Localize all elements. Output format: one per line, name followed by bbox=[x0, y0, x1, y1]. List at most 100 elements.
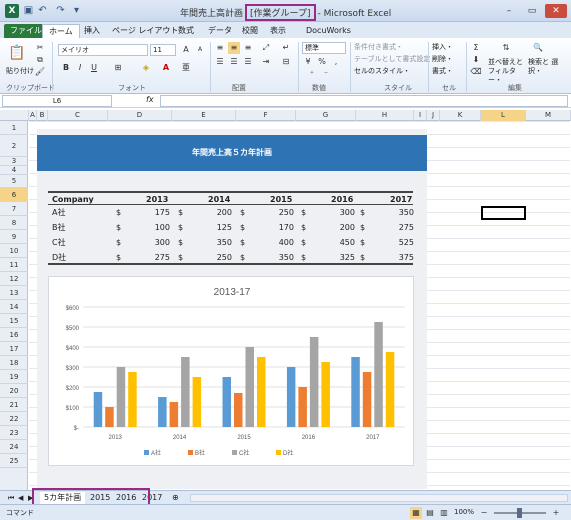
percent-icon[interactable]: % bbox=[316, 56, 328, 68]
formula-input[interactable] bbox=[160, 95, 568, 107]
row-header[interactable]: 9 bbox=[0, 230, 28, 244]
new-sheet-icon[interactable]: ⊕ bbox=[168, 492, 183, 504]
number-format-combo[interactable]: 標準 bbox=[302, 42, 346, 54]
column-header-a[interactable]: A bbox=[29, 110, 37, 121]
row-header[interactable]: 5 bbox=[0, 175, 28, 188]
column-header-h[interactable]: H bbox=[356, 110, 414, 121]
row-header[interactable]: 21 bbox=[0, 398, 28, 412]
row-header[interactable]: 7 bbox=[0, 202, 28, 216]
insert-cells-button[interactable]: 挿入・ bbox=[432, 42, 453, 52]
column-header-j[interactable]: J bbox=[427, 110, 440, 121]
excel-app-icon[interactable]: X bbox=[5, 4, 19, 18]
restore-button[interactable]: ▭ bbox=[521, 4, 543, 18]
tab-docuworks[interactable]: DocuWorks bbox=[300, 24, 357, 38]
delete-cells-button[interactable]: 削除・ bbox=[432, 54, 453, 64]
normal-view-icon[interactable]: ▦ bbox=[410, 507, 422, 519]
font-color-icon[interactable]: A bbox=[160, 62, 172, 74]
row-header[interactable]: 8 bbox=[0, 216, 28, 230]
wrap-text-icon[interactable]: ↵ bbox=[280, 42, 292, 54]
sort-filter-button[interactable]: 並べ替えと フィルター・ bbox=[488, 58, 528, 85]
copy-icon[interactable]: ⧉ bbox=[34, 54, 46, 66]
row-header[interactable]: 11 bbox=[0, 258, 28, 272]
font-size-combo[interactable]: 11 bbox=[150, 44, 176, 56]
select-all-corner[interactable] bbox=[0, 110, 29, 121]
row-header[interactable]: 3 bbox=[0, 157, 28, 166]
column-header-l[interactable]: L bbox=[481, 110, 526, 121]
active-cell-l6[interactable] bbox=[481, 206, 526, 220]
zoom-slider-thumb[interactable] bbox=[517, 508, 522, 518]
decrease-decimal-icon[interactable]: ⁻ bbox=[320, 68, 332, 80]
currency-icon[interactable]: ¥ bbox=[302, 56, 314, 68]
tab-data[interactable]: データ bbox=[202, 24, 238, 38]
row-header[interactable]: 1 bbox=[0, 121, 28, 135]
row-header[interactable]: 23 bbox=[0, 426, 28, 440]
page-break-view-icon[interactable]: ▥ bbox=[438, 507, 450, 519]
row-header[interactable]: 19 bbox=[0, 370, 28, 384]
format-cells-button[interactable]: 書式・ bbox=[432, 66, 453, 76]
row-header[interactable]: 16 bbox=[0, 328, 28, 342]
column-header-f[interactable]: F bbox=[236, 110, 296, 121]
column-header-g[interactable]: G bbox=[296, 110, 356, 121]
find-icon[interactable]: 🔍 bbox=[532, 42, 544, 54]
row-header[interactable]: 4 bbox=[0, 166, 28, 175]
orientation-icon[interactable]: ⤢ bbox=[260, 42, 272, 54]
cell-styles-button[interactable]: セルのスタイル・ bbox=[354, 66, 410, 76]
align-center-icon[interactable]: ☰ bbox=[228, 56, 240, 68]
cut-icon[interactable]: ✂ bbox=[34, 42, 46, 54]
font-name-combo[interactable]: メイリオ bbox=[58, 44, 148, 56]
phonetic-icon[interactable]: 亜 bbox=[180, 62, 192, 74]
grow-font-icon[interactable]: A bbox=[180, 44, 192, 56]
align-left-icon[interactable]: ☰ bbox=[214, 56, 226, 68]
paste-icon[interactable]: 📋 bbox=[8, 44, 26, 62]
save-icon[interactable]: ▣ bbox=[23, 5, 34, 16]
tab-insert[interactable]: 挿入 bbox=[78, 24, 106, 38]
sales-chart[interactable]: 2013-17 $- $100 $200 $300 $400 $500 $600 2013 201… bbox=[48, 276, 414, 466]
row-header[interactable]: 22 bbox=[0, 412, 28, 426]
clear-icon[interactable]: ⌫ bbox=[470, 66, 482, 78]
tab-formulas[interactable]: 数式 bbox=[172, 24, 200, 38]
minimize-button[interactable]: – bbox=[498, 4, 520, 18]
row-header[interactable]: 20 bbox=[0, 384, 28, 398]
row-header[interactable]: 6 bbox=[0, 188, 28, 202]
tab-review[interactable]: 校閲 bbox=[236, 24, 264, 38]
row-header[interactable]: 13 bbox=[0, 286, 28, 300]
format-as-table-button[interactable]: テーブルとして書式設定・ bbox=[354, 54, 437, 64]
underline-icon[interactable]: U bbox=[88, 62, 100, 74]
autosum-icon[interactable]: Σ bbox=[470, 42, 482, 54]
italic-icon[interactable]: I bbox=[74, 62, 86, 74]
page-layout-view-icon[interactable]: ▤ bbox=[424, 507, 436, 519]
close-button[interactable]: ✕ bbox=[545, 4, 567, 18]
row-header[interactable]: 2 bbox=[0, 135, 28, 157]
row-header[interactable]: 10 bbox=[0, 244, 28, 258]
align-bottom-icon[interactable]: ≡ bbox=[242, 42, 254, 54]
tab-view[interactable]: 表示 bbox=[264, 24, 292, 38]
column-header-d[interactable]: D bbox=[108, 110, 172, 121]
align-top-icon[interactable]: ≡ bbox=[214, 42, 226, 54]
fill-icon[interactable]: ⬇ bbox=[470, 54, 482, 66]
zoom-out-icon[interactable]: − bbox=[478, 507, 490, 519]
align-right-icon[interactable]: ☰ bbox=[242, 56, 254, 68]
row-header[interactable]: 25 bbox=[0, 454, 28, 468]
row-header[interactable]: 18 bbox=[0, 356, 28, 370]
customize-qat-icon[interactable]: ▾ bbox=[71, 5, 82, 16]
shrink-font-icon[interactable]: A bbox=[194, 44, 206, 56]
sort-filter-icon[interactable]: ⇅ bbox=[500, 42, 512, 54]
name-box[interactable]: L6 bbox=[2, 95, 112, 107]
column-header-m[interactable]: M bbox=[526, 110, 571, 121]
format-painter-icon[interactable]: 🖌 bbox=[34, 66, 46, 78]
column-header-e[interactable]: E bbox=[172, 110, 236, 121]
column-header-b[interactable]: B bbox=[37, 110, 48, 121]
merge-center-icon[interactable]: ⊟ bbox=[280, 56, 292, 68]
increase-decimal-icon[interactable]: ⁺ bbox=[306, 68, 318, 80]
row-header[interactable]: 24 bbox=[0, 440, 28, 454]
align-middle-icon[interactable]: ≡ bbox=[228, 42, 240, 54]
row-header[interactable]: 12 bbox=[0, 272, 28, 286]
conditional-format-button[interactable]: 条件付き書式・ bbox=[354, 42, 403, 52]
horizontal-scrollbar[interactable] bbox=[190, 494, 568, 502]
comma-icon[interactable]: , bbox=[330, 56, 342, 68]
column-header-c[interactable]: C bbox=[48, 110, 108, 121]
bold-icon[interactable]: B bbox=[60, 62, 72, 74]
row-header[interactable]: 17 bbox=[0, 342, 28, 356]
zoom-in-icon[interactable]: + bbox=[550, 507, 562, 519]
insert-function-icon[interactable]: fx bbox=[146, 95, 158, 107]
